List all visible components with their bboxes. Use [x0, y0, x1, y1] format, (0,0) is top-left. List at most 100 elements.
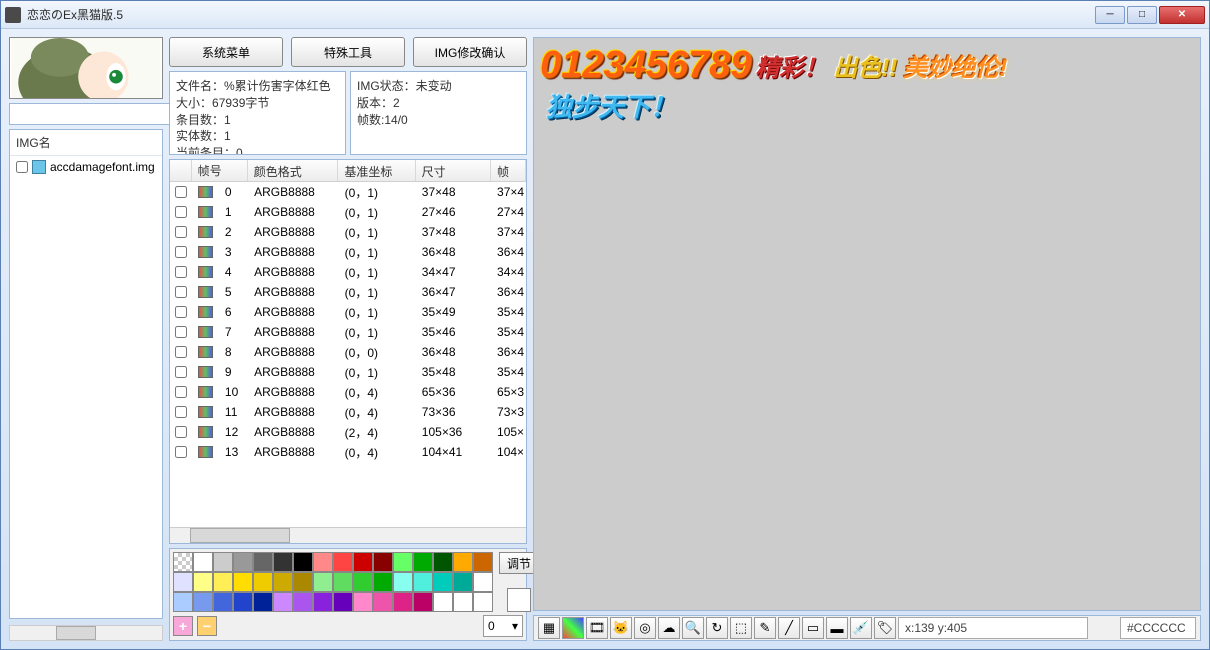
- tool-line-icon[interactable]: ╱: [778, 617, 800, 639]
- tool-crop-icon[interactable]: ⬚: [730, 617, 752, 639]
- color-swatch[interactable]: [253, 572, 273, 592]
- img-confirm-button[interactable]: IMG修改确认: [413, 37, 527, 67]
- img-list-item[interactable]: accdamagefont.img: [12, 158, 160, 176]
- color-swatch[interactable]: [453, 552, 473, 572]
- color-swatch[interactable]: [173, 592, 193, 612]
- table-row[interactable]: 4 ARGB8888 (0，1) 34×47 34×4: [170, 262, 526, 282]
- color-swatch[interactable]: [333, 572, 353, 592]
- palette-remove-button[interactable]: −: [197, 616, 217, 636]
- table-row[interactable]: 5 ARGB8888 (0，1) 36×47 36×4: [170, 282, 526, 302]
- table-row[interactable]: 1 ARGB8888 (0，1) 27×46 27×4: [170, 202, 526, 222]
- titlebar[interactable]: 恋恋のEx黑猫版.5 ─ □ ✕: [1, 1, 1209, 29]
- color-swatch[interactable]: [193, 592, 213, 612]
- tool-palette-icon[interactable]: [562, 617, 584, 639]
- tool-eyedrop-icon[interactable]: 💉: [850, 617, 872, 639]
- row-checkbox[interactable]: [175, 446, 187, 458]
- tool-zoom-icon[interactable]: 🔍: [682, 617, 704, 639]
- color-swatch[interactable]: [173, 572, 193, 592]
- table-row[interactable]: 3 ARGB8888 (0，1) 36×48 36×4: [170, 242, 526, 262]
- row-checkbox[interactable]: [175, 246, 187, 258]
- preview-canvas[interactable]: 0123456789 精彩！ 出色!! 美妙绝伦! 独步天下！: [533, 37, 1201, 611]
- row-checkbox[interactable]: [175, 426, 187, 438]
- img-item-checkbox[interactable]: [16, 161, 28, 173]
- tool-fill-icon[interactable]: ▬: [826, 617, 848, 639]
- row-checkbox[interactable]: [175, 346, 187, 358]
- color-swatch[interactable]: [293, 552, 313, 572]
- color-swatch[interactable]: [413, 592, 433, 612]
- row-checkbox[interactable]: [175, 266, 187, 278]
- table-hscrollbar[interactable]: [170, 527, 526, 543]
- color-swatch[interactable]: [393, 552, 413, 572]
- row-checkbox[interactable]: [175, 306, 187, 318]
- table-header[interactable]: 帧号 颜色格式 基准坐标 尺寸 帧域: [170, 160, 526, 182]
- tool-cat-icon[interactable]: 🐱: [610, 617, 632, 639]
- tool-target-icon[interactable]: ◎: [634, 617, 656, 639]
- color-swatch[interactable]: [173, 552, 193, 572]
- row-checkbox[interactable]: [175, 286, 187, 298]
- color-swatch[interactable]: [333, 592, 353, 612]
- color-swatch[interactable]: [273, 552, 293, 572]
- img-list[interactable]: accdamagefont.img: [10, 156, 162, 618]
- color-swatch[interactable]: [193, 552, 213, 572]
- special-tools-button[interactable]: 特殊工具: [291, 37, 405, 67]
- color-swatch[interactable]: [213, 592, 233, 612]
- color-swatch[interactable]: [233, 592, 253, 612]
- palette-add-button[interactable]: +: [173, 616, 193, 636]
- color-swatch[interactable]: [233, 572, 253, 592]
- row-checkbox[interactable]: [175, 366, 187, 378]
- tool-rect-icon[interactable]: ▭: [802, 617, 824, 639]
- color-swatch[interactable]: [333, 552, 353, 572]
- table-row[interactable]: 8 ARGB8888 (0，0) 36×48 36×4: [170, 342, 526, 362]
- maximize-button[interactable]: □: [1127, 6, 1157, 24]
- table-row[interactable]: 11 ARGB8888 (0，4) 73×36 73×3: [170, 402, 526, 422]
- table-row[interactable]: 6 ARGB8888 (0，1) 35×49 35×4: [170, 302, 526, 322]
- color-swatch[interactable]: [213, 552, 233, 572]
- search-input[interactable]: [9, 103, 174, 125]
- color-swatch[interactable]: [353, 572, 373, 592]
- color-swatch[interactable]: [353, 552, 373, 572]
- color-swatch[interactable]: [233, 552, 253, 572]
- color-swatch[interactable]: [433, 592, 453, 612]
- row-checkbox[interactable]: [175, 206, 187, 218]
- color-swatch[interactable]: [313, 572, 333, 592]
- color-swatch[interactable]: [253, 592, 273, 612]
- row-checkbox[interactable]: [175, 386, 187, 398]
- color-swatch[interactable]: [193, 572, 213, 592]
- color-swatch[interactable]: [373, 572, 393, 592]
- table-row[interactable]: 10 ARGB8888 (0，4) 65×36 65×3: [170, 382, 526, 402]
- tool-rotate-icon[interactable]: ↻: [706, 617, 728, 639]
- color-swatch[interactable]: [293, 572, 313, 592]
- color-swatch[interactable]: [433, 552, 453, 572]
- color-swatch[interactable]: [473, 592, 493, 612]
- row-checkbox[interactable]: [175, 406, 187, 418]
- color-swatch[interactable]: [313, 592, 333, 612]
- color-swatch[interactable]: [293, 592, 313, 612]
- color-swatch[interactable]: [473, 572, 493, 592]
- current-color-swatch[interactable]: [507, 588, 531, 612]
- color-swatch[interactable]: [433, 572, 453, 592]
- color-swatch[interactable]: [253, 552, 273, 572]
- color-swatch[interactable]: [453, 592, 473, 612]
- color-swatch[interactable]: [373, 592, 393, 612]
- color-swatch[interactable]: [393, 592, 413, 612]
- color-swatch[interactable]: [313, 552, 333, 572]
- tool-tag-icon[interactable]: 🏷: [874, 617, 896, 639]
- color-swatch[interactable]: [453, 572, 473, 592]
- color-swatch[interactable]: [373, 552, 393, 572]
- tool-film-icon[interactable]: 🎞: [586, 617, 608, 639]
- row-checkbox[interactable]: [175, 226, 187, 238]
- color-swatch[interactable]: [473, 552, 493, 572]
- color-swatch[interactable]: [273, 572, 293, 592]
- tool-cloud-icon[interactable]: ☁: [658, 617, 680, 639]
- close-button[interactable]: ✕: [1159, 6, 1205, 24]
- color-swatch[interactable]: [393, 572, 413, 592]
- row-checkbox[interactable]: [175, 326, 187, 338]
- color-swatch[interactable]: [273, 592, 293, 612]
- system-menu-button[interactable]: 系统菜单: [169, 37, 283, 67]
- color-swatch[interactable]: [413, 552, 433, 572]
- palette-index-spinner[interactable]: 0▾: [483, 615, 523, 637]
- table-row[interactable]: 0 ARGB8888 (0，1) 37×48 37×4: [170, 182, 526, 202]
- color-swatch[interactable]: [413, 572, 433, 592]
- color-swatch[interactable]: [213, 572, 233, 592]
- tool-grid-icon[interactable]: ▦: [538, 617, 560, 639]
